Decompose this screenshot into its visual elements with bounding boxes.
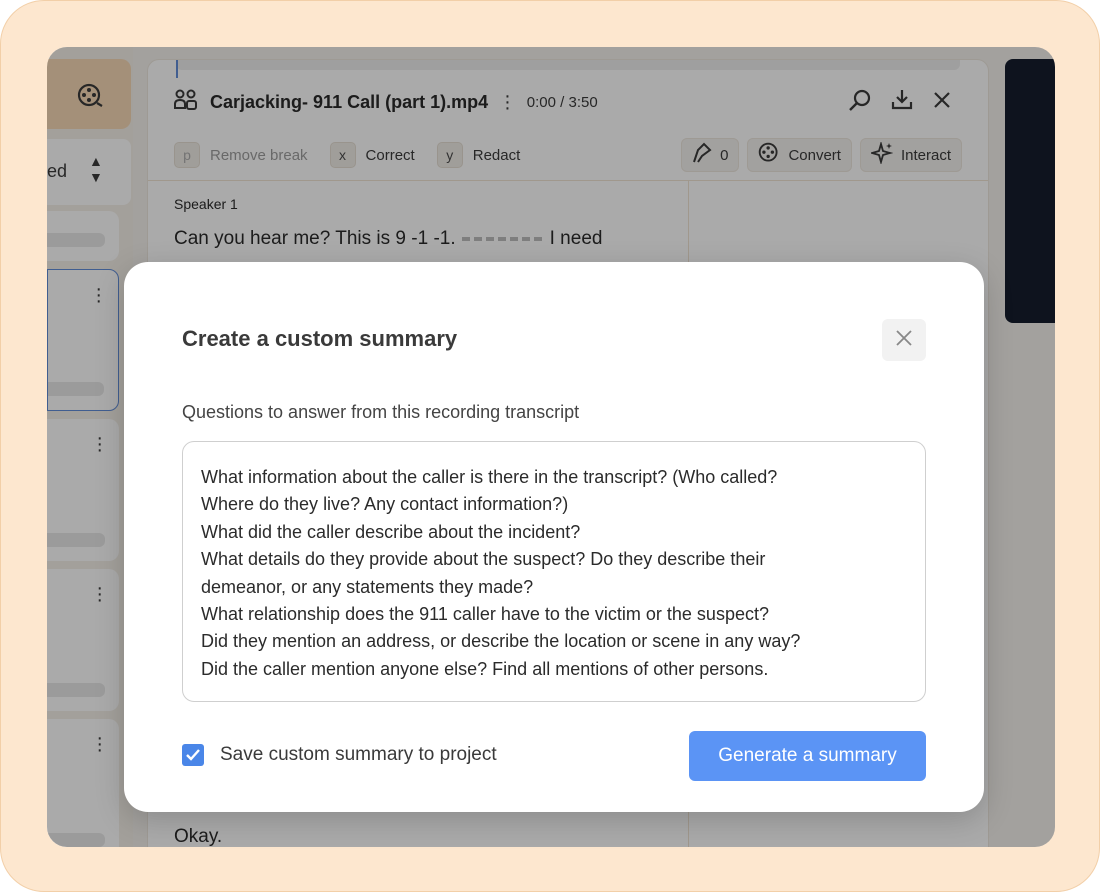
question-line: What relationship does the 911 caller ha… — [201, 604, 769, 625]
save-to-project-option: Save custom summary to project — [182, 744, 497, 766]
dialog-close-button[interactable] — [882, 319, 926, 361]
checkmark-icon — [186, 749, 200, 761]
question-line: demeanor, or any statements they made? — [201, 576, 534, 597]
generate-summary-button[interactable]: Generate a summary — [689, 731, 926, 781]
save-to-project-label[interactable]: Save custom summary to project — [220, 744, 497, 766]
questions-label: Questions to answer from this recording … — [182, 402, 580, 422]
question-line: Did they mention an address, or describe… — [201, 631, 801, 652]
question-line: What information about the caller is the… — [201, 467, 778, 487]
save-to-project-checkbox[interactable] — [182, 744, 204, 766]
questions-textarea[interactable]: What information about the caller is the… — [182, 441, 926, 702]
question-line: What did the caller describe about the i… — [201, 521, 581, 542]
question-line: Where do they live? Any contact informat… — [201, 494, 569, 515]
question-line: What details do they provide about the s… — [201, 549, 766, 570]
custom-summary-dialog: Create a custom summary Questions to ans… — [124, 262, 984, 812]
question-line: Did the caller mention anyone else? Find… — [201, 658, 769, 679]
dialog-title: Create a custom summary — [182, 326, 458, 351]
close-icon — [895, 329, 913, 352]
